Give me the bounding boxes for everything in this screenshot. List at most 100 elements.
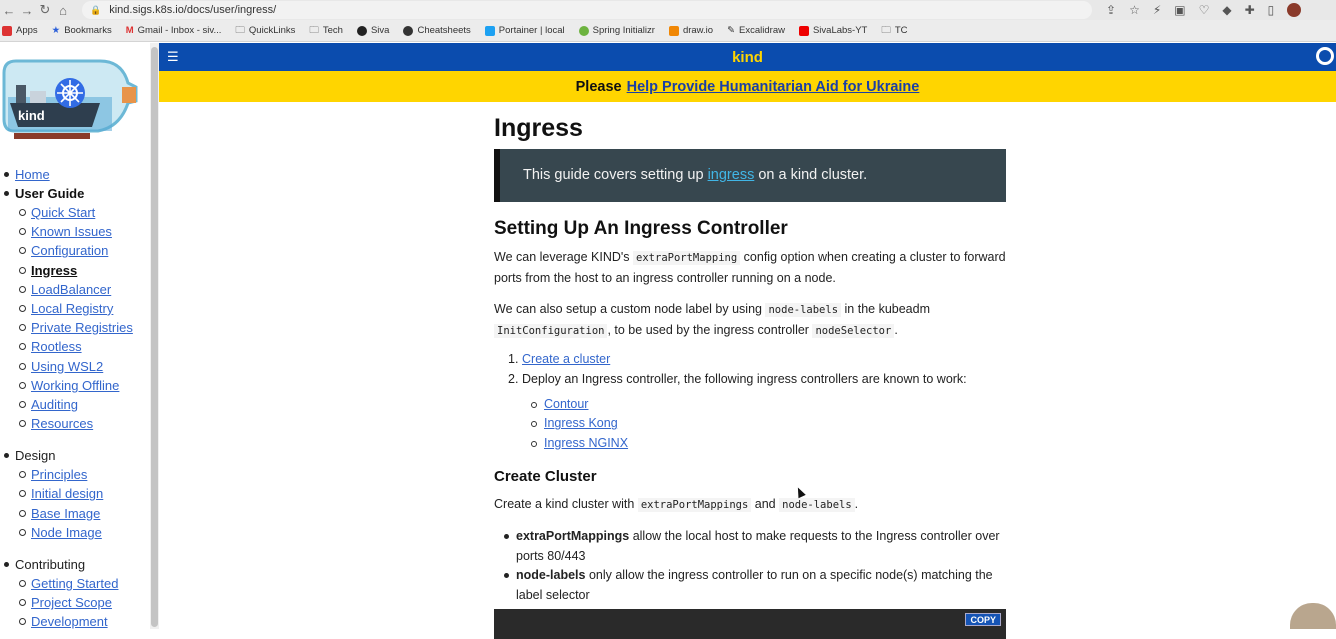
bookmark-siva[interactable]: Siva (356, 25, 389, 36)
inline-code: InitConfiguration (494, 323, 608, 338)
ukraine-banner: Please Help Provide Humanitarian Aid for… (159, 71, 1336, 102)
subsection-heading: Create Cluster (494, 468, 597, 485)
sidebar-item-ingress[interactable]: Ingress (0, 261, 133, 280)
list-item: Ingress Kong (494, 414, 628, 433)
bookmark-portainer[interactable]: Portainer | local (484, 25, 565, 36)
webcam-overlay (1290, 603, 1336, 629)
star-icon: ★ (51, 25, 61, 36)
bookmark-gmail[interactable]: M Gmail - Inbox - siv... (126, 25, 222, 36)
sidebar-item-principles[interactable]: Principles (0, 465, 133, 484)
bookmark-apps[interactable]: Apps (2, 25, 38, 36)
home-icon[interactable]: ⌂ (54, 3, 72, 18)
inline-code: extraPortMappings (637, 498, 752, 512)
sidebar-item-quick-start[interactable]: Quick Start (0, 203, 133, 222)
sidebar-item-rootless[interactable]: Rootless (0, 337, 133, 356)
sidebar-item-private-registries[interactable]: Private Registries (0, 318, 133, 337)
sidebar-item-initial-design[interactable]: Initial design (0, 484, 133, 503)
bookmark-sivalabs-yt[interactable]: SivaLabs-YT (798, 25, 867, 36)
inline-code: nodeSelector (812, 323, 895, 338)
bookmark-cheatsheets[interactable]: Cheatsheets (403, 25, 471, 36)
folder-icon: 🗀 (881, 24, 891, 36)
site-title[interactable]: kind (732, 49, 763, 66)
sidebar-item-resources[interactable]: Resources (0, 414, 133, 433)
bookmark-bookmarks[interactable]: ★ Bookmarks (52, 25, 112, 36)
share-icon[interactable]: ⇪ (1106, 3, 1116, 17)
lock-icon: 🔒 (90, 4, 102, 15)
drawio-icon (668, 25, 679, 36)
hamburger-menu-icon[interactable]: ☰ (167, 49, 179, 65)
sidebar-toggle-icon[interactable]: ▯ (1268, 3, 1275, 17)
back-icon[interactable]: ← (0, 3, 18, 18)
sidebar-item-getting-started[interactable]: Getting Started (0, 574, 133, 593)
folder-icon: 🗀 (235, 24, 245, 36)
svg-text:kind: kind (18, 108, 45, 123)
cube-icon[interactable]: ◆ (1222, 3, 1231, 17)
bookmark-drawio[interactable]: draw.io (668, 25, 713, 36)
star-icon[interactable]: ☆ (1129, 3, 1140, 17)
paragraph-node-labels: We can also setup a custom node label by… (494, 302, 930, 338)
sidebar-scrollbar[interactable] (150, 43, 159, 629)
sidebar-item-known-issues[interactable]: Known Issues (0, 222, 133, 241)
kind-logo[interactable]: kind (0, 53, 140, 143)
github-icon[interactable] (1316, 47, 1334, 65)
ingress-kong-link[interactable]: Ingress Kong (544, 416, 618, 430)
folder-icon: 🗀 (309, 24, 319, 36)
copy-button[interactable]: COPY (965, 613, 1001, 626)
github-icon (403, 25, 414, 36)
sidebar-section-contributing: Contributing (0, 555, 133, 574)
extension-box-icon[interactable]: ▣ (1174, 3, 1185, 17)
sidebar-item-configuration[interactable]: Configuration (0, 241, 133, 260)
sidebar-item-development[interactable]: Development (0, 612, 133, 629)
list-item: Contour (494, 395, 628, 414)
ingress-link[interactable]: ingress (708, 167, 755, 183)
pocket-icon[interactable]: ♡ (1199, 3, 1210, 17)
inline-code: node-labels (779, 498, 855, 512)
sidebar-item-project-scope[interactable]: Project Scope (0, 593, 133, 612)
create-cluster-link[interactable]: Create a cluster (522, 352, 610, 366)
apps-grid-icon (2, 25, 12, 36)
bookmark-tc[interactable]: 🗀 TC (881, 23, 907, 39)
forward-icon[interactable]: → (18, 3, 36, 18)
intro-callout: This guide covers setting up ingress on … (494, 149, 1006, 202)
list-item: extraPortMappings allow the local host t… (494, 527, 1006, 566)
inline-code: extraPortMapping (633, 251, 741, 265)
bookmark-quicklinks[interactable]: 🗀 QuickLinks (235, 23, 295, 39)
browser-toolbar: ← → ↻ ⌂ 🔒 kind.sigs.k8s.io/docs/user/ing… (0, 0, 1336, 20)
sidebar-item-using-wsl2[interactable]: Using WSL2 (0, 357, 133, 376)
ingress-nginx-link[interactable]: Ingress NGINX (544, 436, 628, 450)
bookmark-excalidraw[interactable]: ✎ Excalidraw (727, 25, 785, 36)
address-bar[interactable]: 🔒 kind.sigs.k8s.io/docs/user/ingress/ (82, 1, 1092, 19)
banner-link[interactable]: Help Provide Humanitarian Aid for Ukrain… (627, 79, 920, 95)
bookmarks-bar: Apps ★ Bookmarks M Gmail - Inbox - siv... … (0, 20, 1336, 42)
site-header: ☰ kind (159, 43, 1336, 71)
sidebar-item-auditing[interactable]: Auditing (0, 395, 133, 414)
sidebar-item-node-image[interactable]: Node Image (0, 523, 133, 542)
code-block: COPY (494, 609, 1006, 639)
gmail-icon: M (125, 25, 134, 36)
controllers-list: Contour Ingress Kong Ingress NGINX (494, 395, 628, 453)
sidebar-item-loadbalancer[interactable]: LoadBalancer (0, 280, 133, 299)
puzzle-icon[interactable]: ✚ (1245, 3, 1255, 17)
sidebar-section-design: Design (0, 446, 133, 465)
youtube-icon (798, 25, 809, 36)
section-heading: Setting Up An Ingress Controller (494, 218, 788, 239)
options-list: extraPortMappings allow the local host t… (494, 527, 1006, 605)
sidebar-item-base-image[interactable]: Base Image (0, 504, 133, 523)
sidebar-item-local-registry[interactable]: Local Registry (0, 299, 133, 318)
inline-code: node-labels (765, 303, 842, 317)
pen-icon: ✎ (727, 25, 736, 36)
sidebar-nav: Home User Guide Quick Start Known Issues… (0, 165, 133, 629)
home-link[interactable]: Home (15, 167, 50, 182)
scrollbar-thumb[interactable] (151, 47, 158, 627)
list-item: Ingress NGINX (494, 434, 628, 453)
bookmark-tech[interactable]: 🗀 Tech (309, 23, 343, 39)
url-text: kind.sigs.k8s.io/docs/user/ingress/ (109, 4, 277, 16)
sidebar-item-home[interactable]: Home (0, 165, 133, 184)
reload-icon[interactable]: ↻ (36, 2, 54, 18)
contour-link[interactable]: Contour (544, 397, 588, 411)
profile-avatar[interactable] (1287, 3, 1302, 17)
bookmark-spring[interactable]: Spring Initializr (578, 25, 655, 36)
bolt-icon[interactable]: ⚡ (1153, 3, 1161, 17)
page-title: Ingress (494, 114, 583, 142)
sidebar-item-working-offline[interactable]: Working Offline (0, 376, 133, 395)
